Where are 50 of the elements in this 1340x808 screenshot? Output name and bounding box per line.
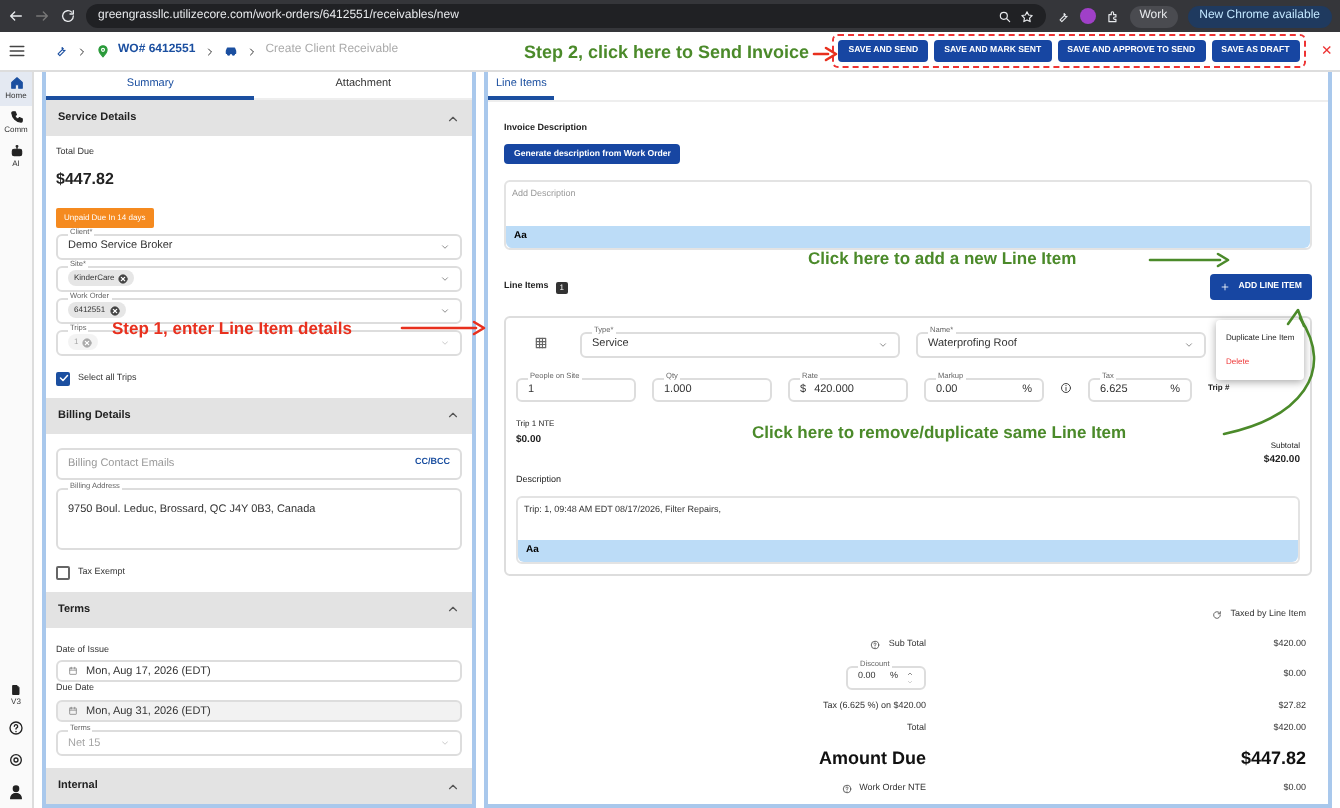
- annotation-text: Step 2, click here to Send Invoice: [524, 44, 810, 62]
- calendar-icon: [68, 706, 78, 717]
- settings-icon[interactable]: [8, 752, 24, 768]
- document-icon: [10, 684, 22, 696]
- grid-icon[interactable]: [533, 335, 547, 350]
- puzzle-icon[interactable]: [1105, 9, 1120, 23]
- caret-icon: [440, 738, 450, 749]
- pin-icon: [96, 44, 110, 58]
- phone-icon: [9, 110, 23, 124]
- reload-icon[interactable]: [60, 8, 76, 24]
- caret-icon: [1184, 339, 1194, 350]
- remove-icon[interactable]: [109, 305, 120, 316]
- caret-icon: [440, 305, 450, 316]
- home-icon: [9, 76, 23, 90]
- chevron-icon: [203, 45, 216, 57]
- checkbox[interactable]: [56, 565, 70, 580]
- checkbox[interactable]: [56, 371, 70, 386]
- total-value: $447.82: [1240, 746, 1306, 773]
- arrow: [1148, 252, 1232, 268]
- annotation-text: Click here to add a new Line Item: [808, 250, 1077, 267]
- help-icon: [841, 783, 852, 793]
- caret-icon: [878, 339, 888, 350]
- chevron-icon: [245, 45, 258, 57]
- pen-icon[interactable]: [1055, 9, 1070, 23]
- menu-icon[interactable]: [8, 42, 26, 60]
- robot-icon: [9, 144, 23, 158]
- arrow: [812, 46, 840, 62]
- check-icon: [57, 372, 69, 385]
- caret-icon: [440, 337, 450, 348]
- annotation-text: Click here to remove/duplicate same Line Item: [752, 424, 1127, 441]
- remove-icon[interactable]: [118, 273, 129, 284]
- caret-icon: [440, 241, 450, 252]
- info-icon[interactable]: [1060, 381, 1072, 394]
- chevron-icon: [76, 45, 88, 57]
- help-icon[interactable]: [8, 720, 24, 736]
- search-icon[interactable]: [997, 9, 1012, 23]
- back-icon[interactable]: [8, 8, 24, 24]
- forward-icon[interactable]: [34, 8, 50, 24]
- star-icon[interactable]: [1019, 9, 1034, 23]
- total-label: Amount Due: [819, 746, 926, 773]
- tools-icon[interactable]: [54, 44, 68, 58]
- car-icon[interactable]: [223, 44, 238, 58]
- user-icon[interactable]: [8, 784, 24, 800]
- arrow: [400, 320, 488, 336]
- caret-icon: [440, 273, 450, 284]
- plus-icon: [1220, 282, 1231, 293]
- close-button[interactable]: ×: [1321, 42, 1332, 60]
- total-due-amount: $447.82: [56, 167, 116, 192]
- help-icon: [870, 639, 881, 650]
- calendar-icon: [68, 666, 78, 677]
